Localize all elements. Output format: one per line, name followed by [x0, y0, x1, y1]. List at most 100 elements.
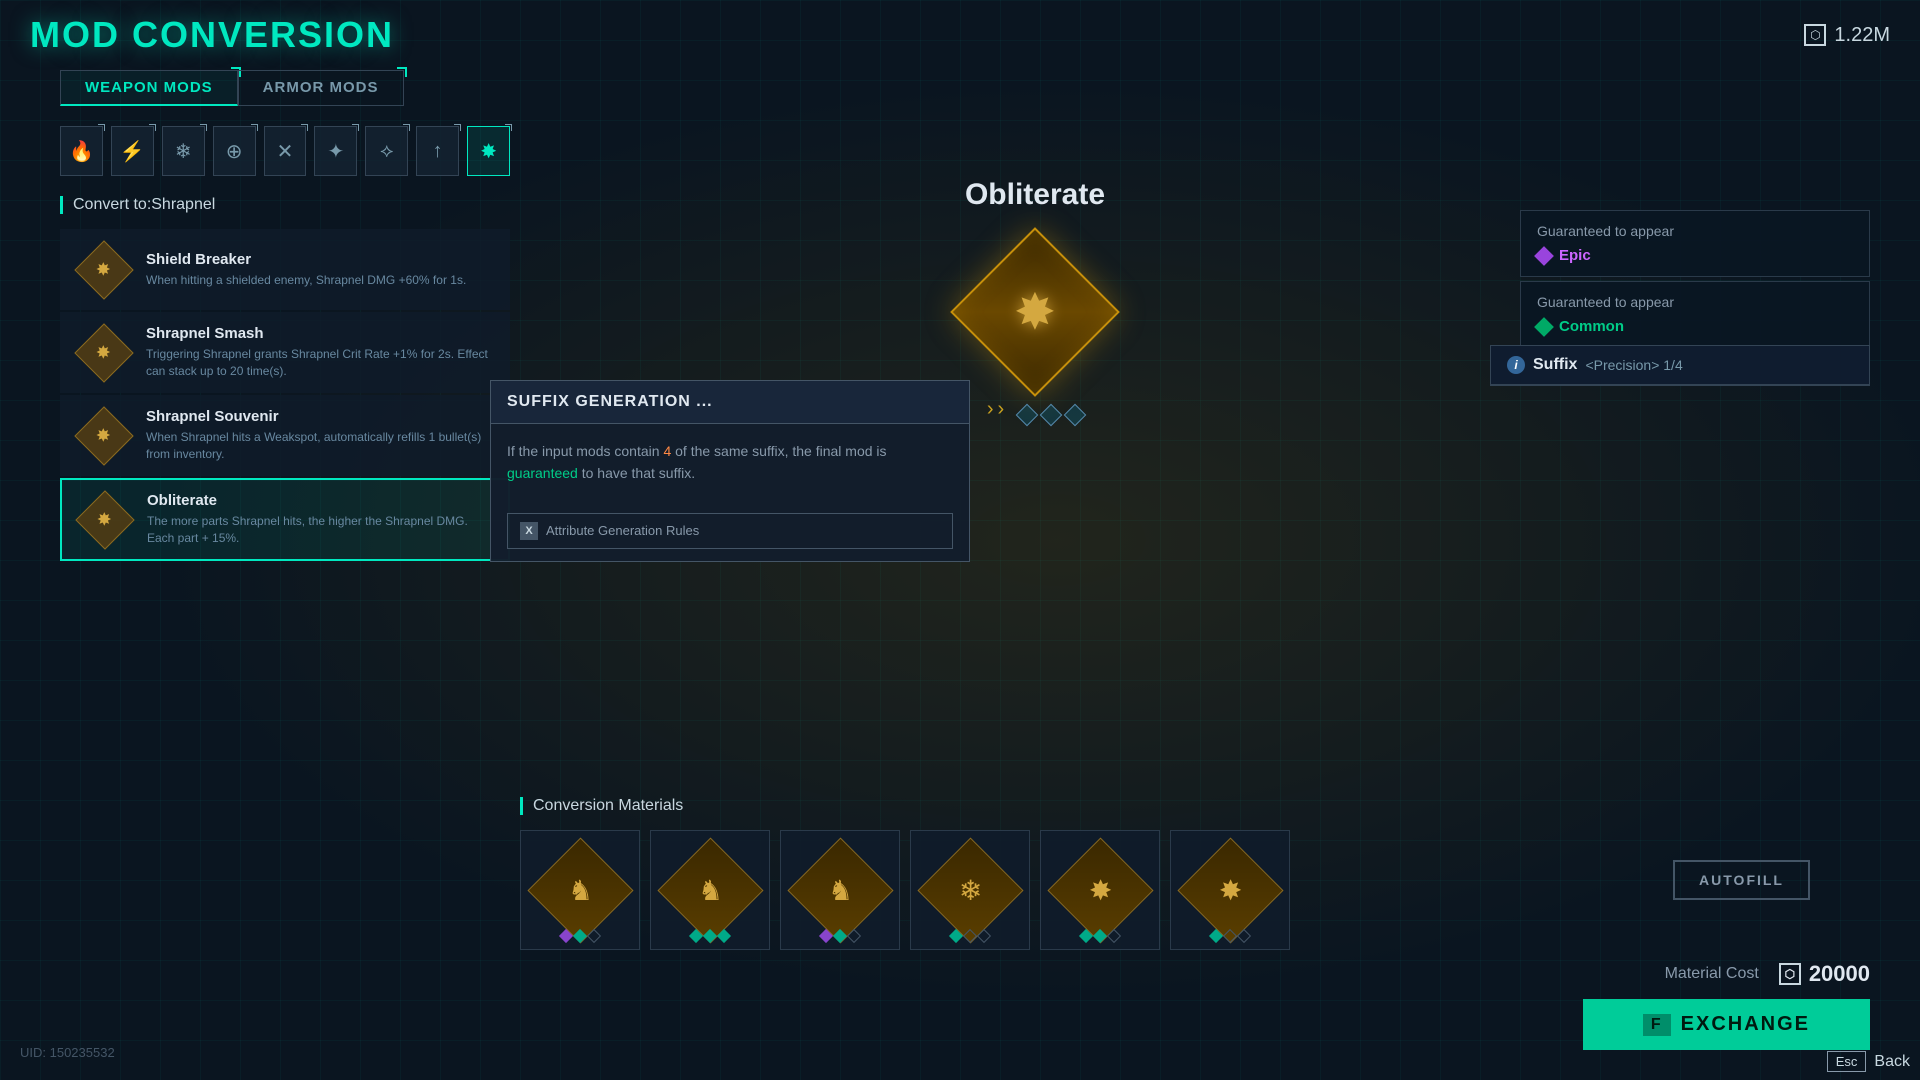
mat-slot-4-1	[1093, 929, 1107, 943]
mat-slot-5-1	[1223, 929, 1237, 943]
exchange-label: EXCHANGE	[1681, 1013, 1810, 1036]
guaranteed-rarity-common: Common	[1537, 318, 1853, 335]
tooltip-text-3: to have that suffix.	[578, 465, 695, 481]
mod-item-2[interactable]: ✸ Shrapnel Souvenir When Shrapnel hits a…	[60, 395, 510, 476]
mod-info-1: Shrapnel Smash Triggering Shrapnel grant…	[146, 325, 494, 380]
exchange-button[interactable]: F EXCHANGE	[1583, 999, 1870, 1050]
center-mod-icon: ✸	[965, 242, 1105, 382]
material-slots-1	[691, 931, 729, 941]
material-item-5[interactable]: ✸	[1170, 830, 1290, 950]
left-panel: WEAPON MODS ARMOR MODS 🔥 ⚡ ❄ ⊕ ✕ ✦ ⟡ ↑ ✸…	[60, 70, 510, 1080]
cat-icon-circle[interactable]: ⊕	[213, 126, 256, 176]
common-diamond-icon	[1534, 317, 1554, 337]
epic-diamond-icon	[1534, 246, 1554, 266]
cat-icon-spiral[interactable]: ⟡	[365, 126, 408, 176]
tab-weapon-mods[interactable]: WEAPON MODS	[60, 70, 238, 106]
mod-desc-3: The more parts Shrapnel hits, the higher…	[147, 513, 493, 547]
suffix-title: Suffix	[1533, 356, 1577, 374]
mod-desc-0: When hitting a shielded enemy, Shrapnel …	[146, 272, 494, 289]
mod-info-3: Obliterate The more parts Shrapnel hits,…	[147, 492, 493, 547]
mat-slot-2-0	[819, 929, 833, 943]
autofill-button[interactable]: AUTOFILL	[1673, 860, 1810, 900]
bottom-right: Material Cost ⬡ 20000 F EXCHANGE	[1583, 961, 1870, 1050]
arrows-indicator: ››	[987, 398, 1004, 421]
arrow-2: ›	[998, 398, 1005, 421]
cat-icon-frost[interactable]: ❄	[162, 126, 205, 176]
material-item-1[interactable]: ♞	[650, 830, 770, 950]
guaranteed-box-common: Guaranteed to appear Common	[1520, 281, 1870, 348]
common-rarity-text: Common	[1559, 318, 1624, 335]
mod-desc-2: When Shrapnel hits a Weakspot, automatic…	[146, 429, 494, 463]
mod-info-2: Shrapnel Souvenir When Shrapnel hits a W…	[146, 408, 494, 463]
material-diamond-4: ✸	[1047, 837, 1153, 943]
cat-icon-cross[interactable]: ✕	[264, 126, 307, 176]
mod-desc-1: Triggering Shrapnel grants Shrapnel Crit…	[146, 346, 494, 380]
mat-slot-2-1	[833, 929, 847, 943]
mat-slot-3-0	[949, 929, 963, 943]
slot-2	[1064, 403, 1087, 426]
suffix-value: <Precision> 1/4	[1585, 357, 1682, 373]
mat-slot-0-2	[587, 929, 601, 943]
material-icon-3: ❄	[958, 874, 981, 907]
mat-slot-0-0	[559, 929, 573, 943]
arrow-1: ›	[987, 398, 994, 421]
material-cost-row: Material Cost ⬡ 20000	[1665, 961, 1870, 987]
mod-item-0[interactable]: ✸ Shield Breaker When hitting a shielded…	[60, 229, 510, 310]
material-slots-3	[951, 931, 989, 941]
guaranteed-title-common: Guaranteed to appear	[1537, 294, 1853, 310]
attr-gen-label: Attribute Generation Rules	[546, 523, 699, 538]
currency-value: 1.22M	[1834, 24, 1890, 47]
suffix-panel: i Suffix <Precision> 1/4	[1490, 345, 1870, 386]
mod-icon-0: ✸	[76, 242, 131, 297]
suffix-header: i Suffix <Precision> 1/4	[1491, 346, 1869, 385]
mod-name-2: Shrapnel Souvenir	[146, 408, 494, 425]
material-item-3[interactable]: ❄	[910, 830, 1030, 950]
center-mod-name: Obliterate	[965, 178, 1105, 212]
suffix-gen-tooltip: SUFFIX GENERATION ... If the input mods …	[490, 380, 970, 562]
attr-gen-button[interactable]: X Attribute Generation Rules	[507, 513, 953, 549]
material-item-4[interactable]: ✸	[1040, 830, 1160, 950]
mod-list: ✸ Shield Breaker When hitting a shielded…	[60, 229, 510, 561]
cat-icon-lightning[interactable]: ⚡	[111, 126, 154, 176]
uid-display: UID: 150235532	[20, 1045, 115, 1060]
tooltip-body: If the input mods contain 4 of the same …	[491, 424, 969, 501]
tab-armor-mods[interactable]: ARMOR MODS	[238, 70, 404, 106]
material-slots-2	[821, 931, 859, 941]
slot-0	[1016, 403, 1039, 426]
tooltip-header: SUFFIX GENERATION ...	[491, 381, 969, 424]
x-icon: X	[520, 522, 538, 540]
tooltip-guaranteed: guaranteed	[507, 465, 578, 481]
center-diamond-inner: ✸	[1014, 283, 1056, 341]
currency-icon: ⬡	[1804, 24, 1826, 46]
tabs: WEAPON MODS ARMOR MODS	[60, 70, 510, 106]
epic-rarity-text: Epic	[1559, 247, 1591, 264]
mat-slot-4-0	[1079, 929, 1093, 943]
mod-name-3: Obliterate	[147, 492, 493, 509]
material-item-0[interactable]: ♞	[520, 830, 640, 950]
mod-item-3[interactable]: ✸ Obliterate The more parts Shrapnel hit…	[60, 478, 510, 561]
material-item-2[interactable]: ♞	[780, 830, 900, 950]
mat-slot-4-2	[1107, 929, 1121, 943]
mod-item-1[interactable]: ✸ Shrapnel Smash Triggering Shrapnel gra…	[60, 312, 510, 393]
mod-info-0: Shield Breaker When hitting a shielded e…	[146, 251, 494, 289]
cat-icon-shrapnel[interactable]: ✸	[467, 126, 510, 176]
cat-icon-star4[interactable]: ✦	[314, 126, 357, 176]
header: MOD CONVERSION ⬡ 1.22M	[0, 0, 1920, 70]
guaranteed-box-epic: Guaranteed to appear Epic	[1520, 210, 1870, 277]
material-diamond-0: ♞	[527, 837, 633, 943]
cat-icon-fire[interactable]: 🔥	[60, 126, 103, 176]
esc-key[interactable]: Esc	[1827, 1051, 1867, 1072]
exchange-key: F	[1643, 1014, 1671, 1036]
mod-icon-1: ✸	[76, 325, 131, 380]
tooltip-text-1: If the input mods contain	[507, 443, 663, 459]
materials-grid: ♞ ♞ ♞	[520, 830, 1480, 950]
mod-icon-3: ✸	[77, 492, 132, 547]
material-cost-value: ⬡ 20000	[1779, 961, 1870, 987]
mod-icon-2: ✸	[76, 408, 131, 463]
currency-display: ⬡ 1.22M	[1804, 24, 1890, 47]
material-icon-5: ✸	[1218, 874, 1241, 907]
guaranteed-rarity-epic: Epic	[1537, 247, 1853, 264]
mat-slot-1-2	[717, 929, 731, 943]
cat-icon-up[interactable]: ↑	[416, 126, 459, 176]
tooltip-text-2: of the same suffix, the final mod is	[671, 443, 886, 459]
